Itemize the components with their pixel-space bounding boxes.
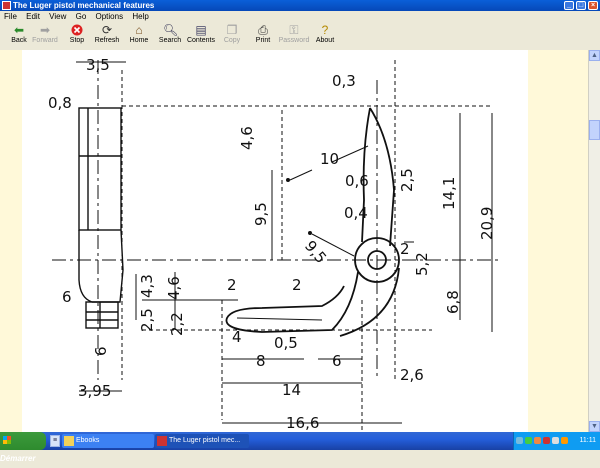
app-icon bbox=[2, 1, 11, 10]
refresh-icon: ⟳ bbox=[101, 23, 113, 37]
about-icon: ? bbox=[321, 23, 329, 37]
dim-label: 9,5 bbox=[252, 202, 270, 226]
contents-icon: ▤ bbox=[195, 23, 207, 37]
drawing-page: 3,5 0,8 0,3 4,6 10 9,5 0,6 0,4 2,5 2 14,… bbox=[22, 50, 528, 432]
dim-label: 0,6 bbox=[345, 172, 369, 190]
copy-icon: ❐ bbox=[226, 23, 238, 37]
menu-file[interactable]: File bbox=[4, 12, 17, 21]
tray-arrow-icon[interactable] bbox=[516, 436, 523, 444]
menu-view[interactable]: View bbox=[49, 12, 66, 21]
maximize-button[interactable]: □ bbox=[576, 1, 586, 10]
dim-label: 4 bbox=[232, 328, 242, 346]
title-bar: The Luger pistol mechanical features _ □… bbox=[0, 0, 600, 11]
tray-volume-icon[interactable] bbox=[552, 436, 559, 444]
dim-label: 4,6 bbox=[238, 126, 256, 150]
start-label: Démarrer bbox=[0, 454, 36, 463]
dim-label: 2,2 bbox=[168, 312, 186, 336]
contents-label: Contents bbox=[186, 37, 216, 44]
task-ebooks[interactable]: Ebooks bbox=[62, 434, 154, 448]
technical-drawing: 3,5 0,8 0,3 4,6 10 9,5 0,6 0,4 2,5 2 14,… bbox=[48, 56, 502, 432]
back-label: Back bbox=[11, 37, 27, 44]
tray-alert-icon[interactable] bbox=[543, 436, 550, 444]
taskbar: Démarrer ≡ Ebooks The Luger pistol mec..… bbox=[0, 432, 600, 463]
center-lines bbox=[52, 60, 502, 430]
dim-label: 2,5 bbox=[138, 308, 156, 332]
dim-label: 2 bbox=[227, 276, 237, 294]
dim-label: 5,2 bbox=[413, 252, 431, 276]
side-view-part bbox=[78, 107, 124, 329]
password-label: Password bbox=[278, 37, 310, 44]
tray-shield-icon[interactable] bbox=[534, 436, 541, 444]
quick-launch-icon[interactable]: ≡ bbox=[50, 435, 60, 447]
print-label: Print bbox=[255, 37, 271, 44]
dim-label: 4,3 bbox=[138, 274, 156, 298]
key-icon: ⚿ bbox=[289, 23, 299, 37]
search-icon: 🔍︎ bbox=[163, 23, 179, 37]
dim-label: 3,5 bbox=[86, 56, 110, 74]
system-tray: 11:11 bbox=[513, 432, 600, 450]
window-title: The Luger pistol mechanical features bbox=[13, 1, 155, 10]
clock: 11:11 bbox=[579, 437, 596, 444]
content-area: 3,5 0,8 0,3 4,6 10 9,5 0,6 0,4 2,5 2 14,… bbox=[0, 50, 588, 432]
dim-label: 6 bbox=[332, 352, 342, 370]
dim-label: 2,6 bbox=[400, 366, 424, 384]
dim-label: 16,6 bbox=[286, 414, 319, 432]
about-button[interactable]: ? About bbox=[306, 24, 344, 50]
dim-label: 2,5 bbox=[398, 168, 416, 192]
dim-label: 0,3 bbox=[332, 72, 356, 90]
forward-arrow-icon: ➡ bbox=[39, 23, 51, 37]
print-icon: ⎙ bbox=[258, 23, 268, 37]
task-label: Ebooks bbox=[76, 437, 100, 444]
vertical-scrollbar[interactable]: ▲ ▼ bbox=[588, 50, 600, 432]
home-label: Home bbox=[129, 37, 149, 44]
dim-label: 8 bbox=[256, 352, 266, 370]
dim-label: 6 bbox=[62, 288, 72, 306]
menu-bar: File Edit View Go Options Help bbox=[0, 11, 600, 22]
dim-label: 10 bbox=[320, 150, 339, 168]
menu-go[interactable]: Go bbox=[76, 12, 87, 21]
task-luger[interactable]: The Luger pistol mec... bbox=[155, 434, 249, 448]
dim-label: 14,1 bbox=[440, 177, 458, 210]
dim-label: 3,95 bbox=[78, 382, 111, 400]
toolbar: ⬅ Back ➡ Forward Stop ⟳ Refresh ⌂ Home 🔍… bbox=[0, 22, 600, 51]
search-label: Search bbox=[158, 37, 182, 44]
book-icon bbox=[157, 436, 167, 446]
start-button[interactable]: Démarrer bbox=[0, 432, 46, 463]
scroll-thumb[interactable] bbox=[589, 120, 600, 140]
refresh-label: Refresh bbox=[94, 37, 120, 44]
menu-options[interactable]: Options bbox=[96, 12, 124, 21]
copy-label: Copy bbox=[223, 37, 241, 44]
home-icon: ⌂ bbox=[135, 23, 143, 37]
dim-label: 14 bbox=[282, 381, 301, 399]
stop-icon bbox=[70, 24, 84, 37]
dim-label: 6 bbox=[92, 346, 110, 356]
leader-lines bbox=[76, 61, 493, 424]
tray-app-icon[interactable] bbox=[561, 436, 568, 444]
tray-network-icon[interactable] bbox=[525, 436, 532, 444]
dim-label: 4,6 bbox=[165, 276, 183, 300]
menu-edit[interactable]: Edit bbox=[26, 12, 40, 21]
folder-icon bbox=[64, 436, 74, 446]
dim-label: 2 bbox=[400, 240, 410, 258]
scroll-up-arrow-icon[interactable]: ▲ bbox=[589, 50, 600, 61]
dim-label: 6,8 bbox=[444, 290, 462, 314]
dim-label: 20,9 bbox=[478, 207, 496, 240]
back-arrow-icon: ⬅ bbox=[13, 23, 25, 37]
menu-help[interactable]: Help bbox=[132, 12, 148, 21]
dim-label: 2 bbox=[292, 276, 302, 294]
windows-logo-icon bbox=[3, 436, 11, 444]
dim-label: 0,4 bbox=[344, 204, 368, 222]
forward-label: Forward bbox=[32, 37, 58, 44]
scroll-down-arrow-icon[interactable]: ▼ bbox=[589, 421, 600, 432]
dim-label: 0,5 bbox=[274, 334, 298, 352]
about-label: About bbox=[315, 37, 335, 44]
task-label: The Luger pistol mec... bbox=[169, 437, 241, 444]
dim-label: 0,8 bbox=[48, 94, 72, 112]
minimize-button[interactable]: _ bbox=[564, 1, 574, 10]
stop-label: Stop bbox=[69, 37, 85, 44]
close-button[interactable]: × bbox=[588, 1, 598, 10]
